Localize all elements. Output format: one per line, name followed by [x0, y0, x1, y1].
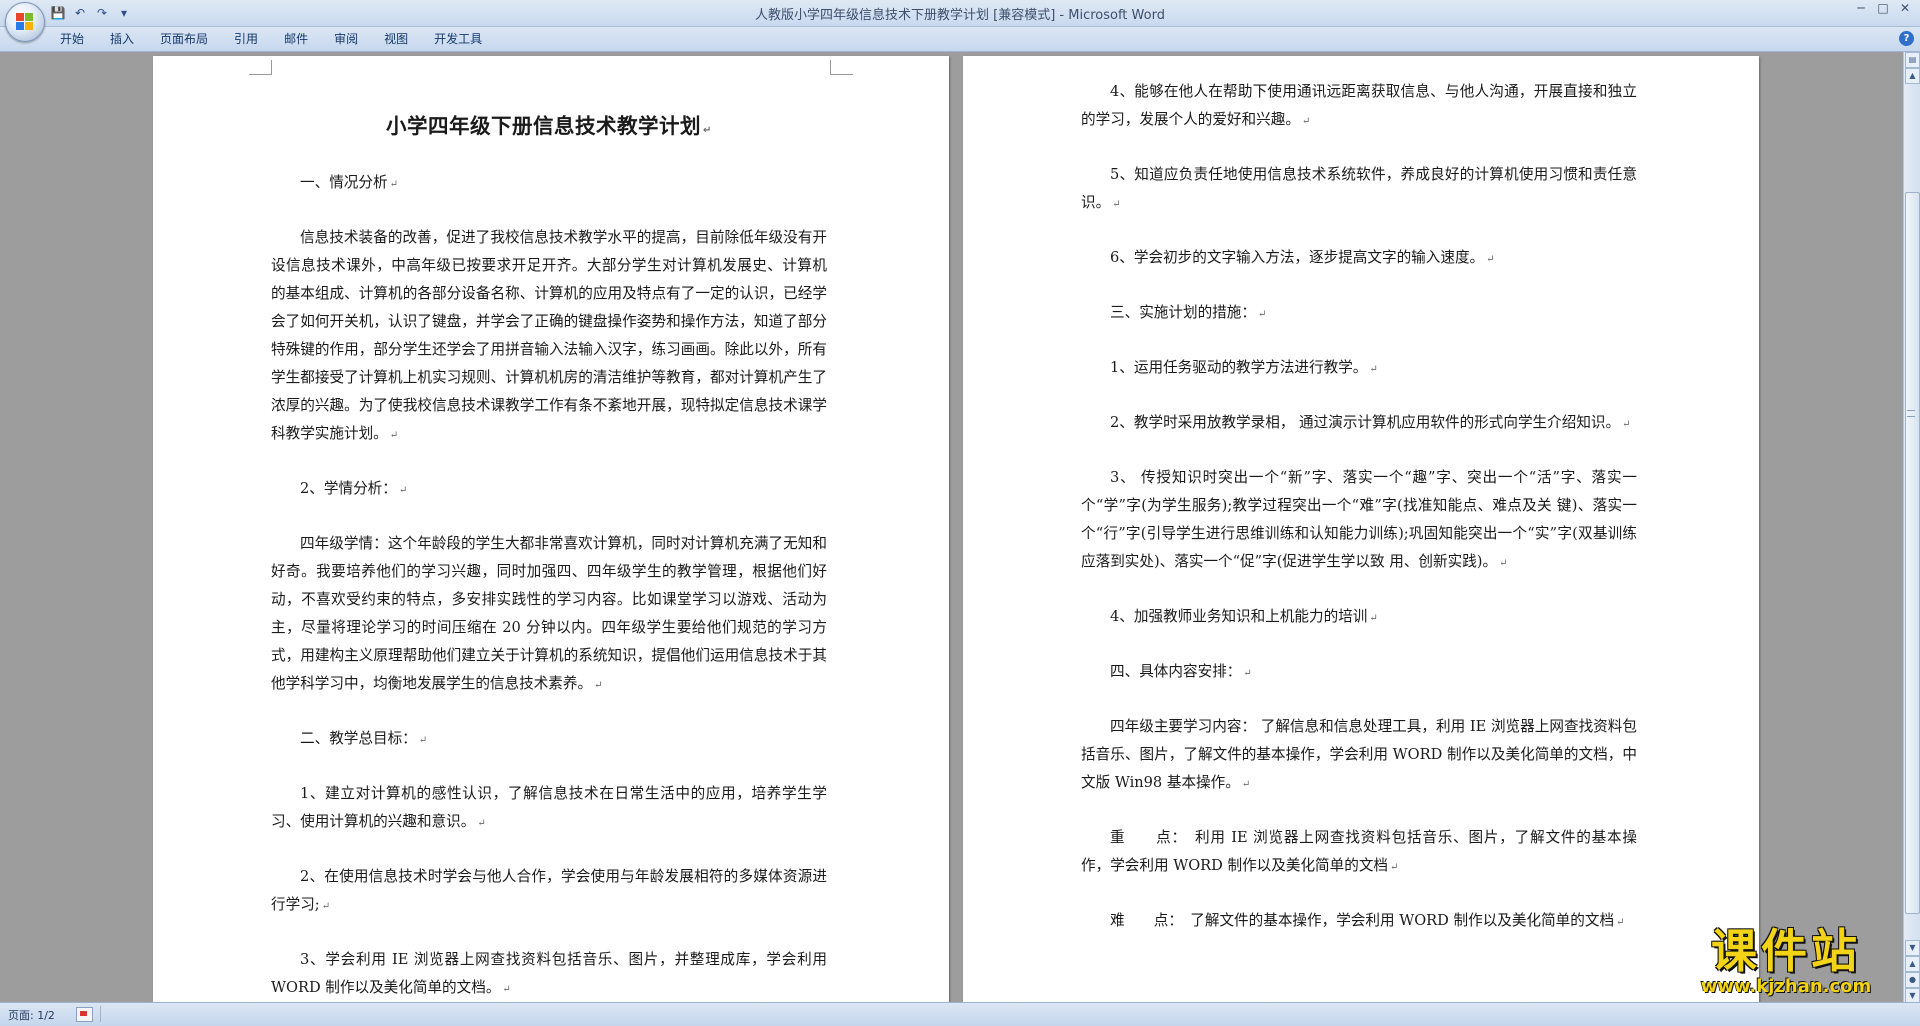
crop-mark [249, 60, 272, 75]
save-icon[interactable]: 💾 [50, 5, 66, 21]
ruler-toggle-icon[interactable]: ▤ [1905, 52, 1920, 68]
paragraph: 6、学会初步的文字输入方法，逐步提高文字的输入速度。 ↵ [1110, 249, 1495, 266]
page-2-content: 4、能够在他人在帮助下使用通讯远距离获取信息、与他人沟通，开展直接和独立的学习，… [1081, 78, 1637, 962]
tab-home[interactable]: 开始 [48, 27, 96, 51]
paragraph: 四年级学情：这个年龄段的学生大都非常喜欢计算机，同时对计算机充满了无知和好奇。我… [271, 535, 827, 692]
status-bar: 页面: 1/2 [0, 1002, 1920, 1026]
paragraph: 1、建立对计算机的感性认识，了解信息技术在日常生活中的应用，培养学生学习、使用计… [271, 785, 827, 830]
window-controls: ─ □ ✕ [1850, 0, 1916, 18]
scroll-down-icon[interactable]: ▼ [1905, 940, 1920, 956]
page-indicator[interactable]: 页面: 1/2 [8, 1007, 55, 1023]
ribbon-tab-bar: 开始 插入 页面布局 引用 邮件 审阅 视图 开发工具 ? [0, 27, 1920, 52]
paragraph: 三、实施计划的措施： ↵ [1110, 304, 1267, 321]
paragraph: 二、教学总目标： ↵ [300, 730, 428, 747]
help-icon[interactable]: ? [1899, 31, 1914, 46]
scrollbar-grip-icon [1907, 410, 1915, 417]
close-button[interactable]: ✕ [1894, 0, 1916, 18]
watermark-logo-text: 课件站 [1711, 924, 1861, 978]
document-workspace: 小学四年级下册信息技术教学计划 ↵ 一、情况分析 ↵ 信息技术装备的改善，促进了我校… [0, 52, 1904, 1002]
undo-icon[interactable]: ↶ [72, 5, 88, 21]
tab-insert[interactable]: 插入 [98, 27, 146, 51]
paragraph: 4、加强教师业务知识和上机能力的培训 ↵ [1110, 608, 1378, 625]
redo-icon[interactable]: ↷ [94, 5, 110, 21]
tab-page-layout[interactable]: 页面布局 [148, 27, 220, 51]
paragraph: 2、学情分析： ↵ [300, 480, 408, 497]
customize-qat-icon[interactable]: ▾ [116, 5, 132, 21]
watermark-url: www.kjzhan.com [1700, 976, 1872, 997]
status-divider [100, 1006, 101, 1022]
paragraph: 2、教学时采用放教学录相， 通过演示计算机应用软件的形式向学生介绍知识。 ↵ [1110, 414, 1631, 431]
tab-review[interactable]: 审阅 [322, 27, 370, 51]
scroll-up-icon[interactable]: ▲ [1905, 68, 1920, 84]
vertical-scrollbar[interactable]: ▤ ▲ ▼ ▲ ● ▼ [1903, 52, 1920, 1004]
title-bar: 💾 ↶ ↷ ▾ 人教版小学四年级信息技术下册教学计划 [兼容模式] - Micr… [0, 0, 1920, 42]
paragraph: 四、具体内容安排： ↵ [1110, 663, 1252, 680]
crop-mark [830, 60, 853, 75]
scrollbar-thumb[interactable] [1905, 192, 1920, 914]
page-1-content: 小学四年级下册信息技术教学计划 ↵ 一、情况分析 ↵ 信息技术装备的改善，促进了我校… [271, 84, 827, 1002]
paragraph: 3、学会利用 IE 浏览器上网查找资料包括音乐、图片，并整理成库，学会利用 WO… [271, 951, 827, 996]
paragraph: 5、知道应负责任地使用信息技术系统软件，养成良好的计算机使用习惯和责任意识。 ↵ [1081, 166, 1637, 211]
maximize-button[interactable]: □ [1872, 0, 1894, 18]
paragraph: 一、情况分析 ↵ [300, 174, 398, 191]
paragraph: 3、 传授知识时突出一个“新”字、落实一个“趣”字、突出一个“活”字、落实一个“… [1081, 469, 1637, 570]
quick-access-toolbar: 💾 ↶ ↷ ▾ [50, 4, 132, 22]
select-browse-object-icon[interactable]: ● [1905, 972, 1920, 988]
previous-page-icon[interactable]: ▲ [1905, 956, 1920, 972]
key-point-paragraph: 重 点： 利用 IE 浏览器上网查找资料包括音乐、图片，了解文件的基本操作，学会… [1081, 829, 1637, 874]
difficulty-paragraph: 难 点： 了解文件的基本操作，学会利用 WORD 制作以及美化简单的文档 ↵ [1110, 912, 1625, 929]
office-logo-icon [16, 13, 34, 31]
ribbon-tabs: 开始 插入 页面布局 引用 邮件 审阅 视图 开发工具 [48, 27, 496, 51]
proofing-icon[interactable] [76, 1007, 93, 1022]
document-title: 小学四年级下册信息技术教学计划 ↵ [386, 114, 712, 138]
paragraph: 2、在使用信息技术时学会与他人合作，学会使用与年龄发展相符的多媒体资源进行学习;… [271, 868, 827, 913]
minimize-button[interactable]: ─ [1850, 0, 1872, 18]
site-watermark: 课件站 www.kjzhan.com [1668, 926, 1904, 997]
paragraph: 1、运用任务驱动的教学方法进行教学。 ↵ [1110, 359, 1378, 376]
paragraph: 4、能够在他人在帮助下使用通讯远距离获取信息、与他人沟通，开展直接和独立的学习，… [1081, 83, 1637, 128]
tab-mailings[interactable]: 邮件 [272, 27, 320, 51]
document-page-2[interactable]: 4、能够在他人在帮助下使用通讯远距离获取信息、与他人沟通，开展直接和独立的学习，… [963, 56, 1759, 1002]
window-title: 人教版小学四年级信息技术下册教学计划 [兼容模式] - Microsoft Wo… [755, 8, 1165, 23]
tab-developer[interactable]: 开发工具 [422, 27, 494, 51]
tab-references[interactable]: 引用 [222, 27, 270, 51]
document-page-1[interactable]: 小学四年级下册信息技术教学计划 ↵ 一、情况分析 ↵ 信息技术装备的改善，促进了我校… [153, 56, 949, 1002]
paragraph: 信息技术装备的改善，促进了我校信息技术教学水平的提高，目前除低年级没有开设信息技… [271, 229, 827, 442]
paragraph: 四年级主要学习内容： 了解信息和信息处理工具，利用 IE 浏览器上网查找资料包括… [1081, 718, 1637, 791]
office-button[interactable] [5, 2, 45, 42]
tab-view[interactable]: 视图 [372, 27, 420, 51]
